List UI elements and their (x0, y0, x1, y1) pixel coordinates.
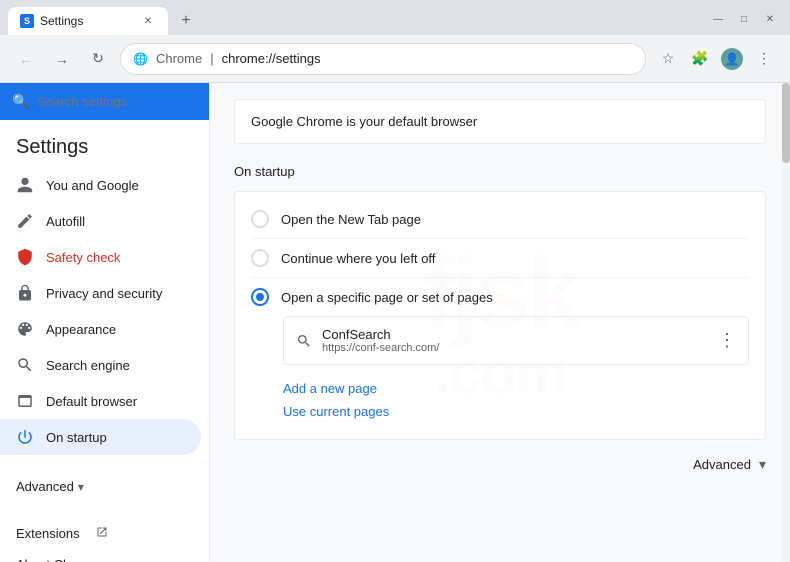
radio-continue[interactable] (251, 249, 269, 267)
power-icon (16, 428, 34, 446)
browser-icon (16, 392, 34, 410)
bottom-chevron-down-icon: ▾ (759, 456, 766, 473)
address-bar[interactable]: 🌐 Chrome | chrome://settings (120, 43, 646, 75)
maximize-button[interactable]: □ (732, 7, 756, 31)
startup-option-continue[interactable]: Continue where you left off (235, 239, 765, 277)
sidebar-label-autofill: Autofill (46, 214, 85, 229)
tab-title: Settings (40, 14, 134, 28)
browser-tab[interactable]: S Settings ✕ (8, 7, 168, 35)
sidebar-extensions[interactable]: Extensions (0, 518, 209, 549)
sidebar-extensions-label: Extensions (16, 526, 80, 541)
shield-icon (16, 248, 34, 266)
extension-button[interactable]: 🧩 (686, 45, 714, 73)
startup-label-specific-page: Open a specific page or set of pages (281, 290, 493, 305)
edit-icon (16, 212, 34, 230)
sidebar-title: Settings (16, 136, 88, 158)
add-new-page-link[interactable]: Add a new page (283, 381, 717, 396)
sidebar: 🔍 Settings You and Google Autofill (0, 83, 210, 562)
back-button[interactable]: ← (12, 45, 40, 73)
sidebar-item-default-browser[interactable]: Default browser (0, 383, 201, 419)
startup-option-specific-page[interactable]: Open a specific page or set of pages (235, 278, 765, 316)
browser-frame: S Settings ✕ + — □ ✕ ← → ↻ 🌐 Chrome | ch… (0, 0, 790, 562)
bookmark-button[interactable]: ☆ (654, 45, 682, 73)
use-current-pages-link[interactable]: Use current pages (283, 404, 717, 419)
sidebar-about-chrome[interactable]: About Chrome (0, 549, 209, 562)
default-browser-text: Google Chrome is your default browser (251, 114, 477, 129)
address-url: chrome://settings (222, 51, 633, 66)
menu-button[interactable]: ⋮ (750, 45, 778, 73)
sidebar-item-you-and-google[interactable]: You and Google (0, 167, 201, 203)
sidebar-item-search-engine[interactable]: Search engine (0, 347, 201, 383)
minimize-button[interactable]: — (706, 7, 730, 31)
default-browser-banner: Google Chrome is your default browser (234, 99, 766, 144)
bottom-advanced-label: Advanced (693, 457, 751, 472)
lock-icon (16, 284, 34, 302)
toolbar: ← → ↻ 🌐 Chrome | chrome://settings ☆ 🧩 👤… (0, 35, 790, 83)
tab-close-button[interactable]: ✕ (140, 13, 156, 29)
search-input[interactable] (37, 94, 197, 109)
sidebar-label-appearance: Appearance (46, 322, 116, 337)
scrollbar-track[interactable] (782, 83, 790, 562)
startup-label-continue: Continue where you left off (281, 251, 435, 266)
sidebar-item-autofill[interactable]: Autofill (0, 203, 201, 239)
sidebar-advanced-label: Advanced (16, 479, 74, 494)
tab-favicon: S (20, 14, 34, 28)
more-options-button[interactable]: ⋮ (718, 330, 736, 351)
sidebar-header: Settings (0, 120, 209, 167)
settings-search-bar[interactable]: 🔍 (0, 83, 209, 120)
chevron-down-icon: ▾ (78, 480, 84, 494)
sidebar-label-default-browser: Default browser (46, 394, 137, 409)
sidebar-advanced-section[interactable]: Advanced ▾ (0, 471, 209, 502)
window-controls: — □ ✕ (706, 7, 782, 35)
palette-icon (16, 320, 34, 338)
scrollbar-thumb[interactable] (782, 83, 790, 163)
toolbar-right: ☆ 🧩 👤 ⋮ (654, 45, 778, 73)
sidebar-label-safety-check: Safety check (46, 250, 120, 265)
startup-label-new-tab: Open the New Tab page (281, 212, 421, 227)
external-link-icon (96, 526, 108, 541)
sidebar-label-privacy-security: Privacy and security (46, 286, 162, 301)
sidebar-item-privacy-security[interactable]: Privacy and security (0, 275, 201, 311)
on-startup-section: On startup Open the New Tab page Continu… (234, 164, 766, 440)
page-url: https://conf-search.com/ (322, 342, 708, 354)
radio-specific-page[interactable] (251, 288, 269, 306)
startup-options: Open the New Tab page Continue where you… (234, 191, 766, 440)
startup-option-new-tab[interactable]: Open the New Tab page (235, 200, 765, 238)
startup-page-entry: ConfSearch https://conf-search.com/ ⋮ (284, 317, 748, 364)
address-prefix: Chrome (156, 51, 202, 66)
content-area: fjsk .com Google Chrome is your default … (210, 83, 790, 562)
main-content: 🔍 Settings You and Google Autofill (0, 83, 790, 562)
radio-new-tab[interactable] (251, 210, 269, 228)
on-startup-title: On startup (234, 164, 766, 179)
sidebar-label-on-startup: On startup (46, 430, 107, 445)
sidebar-item-safety-check[interactable]: Safety check (0, 239, 201, 275)
page-name: ConfSearch (322, 327, 708, 342)
address-separator: | (210, 51, 213, 66)
close-button[interactable]: ✕ (758, 7, 782, 31)
reload-button[interactable]: ↻ (84, 45, 112, 73)
title-bar: S Settings ✕ + — □ ✕ (0, 0, 790, 35)
sidebar-label-you-and-google: You and Google (46, 178, 139, 193)
sidebar-label-search-engine: Search engine (46, 358, 130, 373)
search-icon (16, 356, 34, 374)
page-info: ConfSearch https://conf-search.com/ (322, 327, 708, 354)
startup-links: Add a new page Use current pages (235, 373, 765, 431)
forward-button[interactable]: → (48, 45, 76, 73)
person-icon (16, 176, 34, 194)
confsearch-icon (296, 333, 312, 349)
sidebar-item-appearance[interactable]: Appearance (0, 311, 201, 347)
sidebar-about-chrome-label: About Chrome (16, 557, 100, 562)
new-tab-button[interactable]: + (172, 7, 200, 35)
bottom-advanced[interactable]: Advanced ▾ (234, 440, 766, 489)
startup-subpanel: ConfSearch https://conf-search.com/ ⋮ (283, 316, 749, 365)
address-site-icon: 🌐 (133, 52, 148, 66)
search-icon: 🔍 (12, 93, 29, 110)
account-button[interactable]: 👤 (718, 45, 746, 73)
sidebar-item-on-startup[interactable]: On startup (0, 419, 201, 455)
